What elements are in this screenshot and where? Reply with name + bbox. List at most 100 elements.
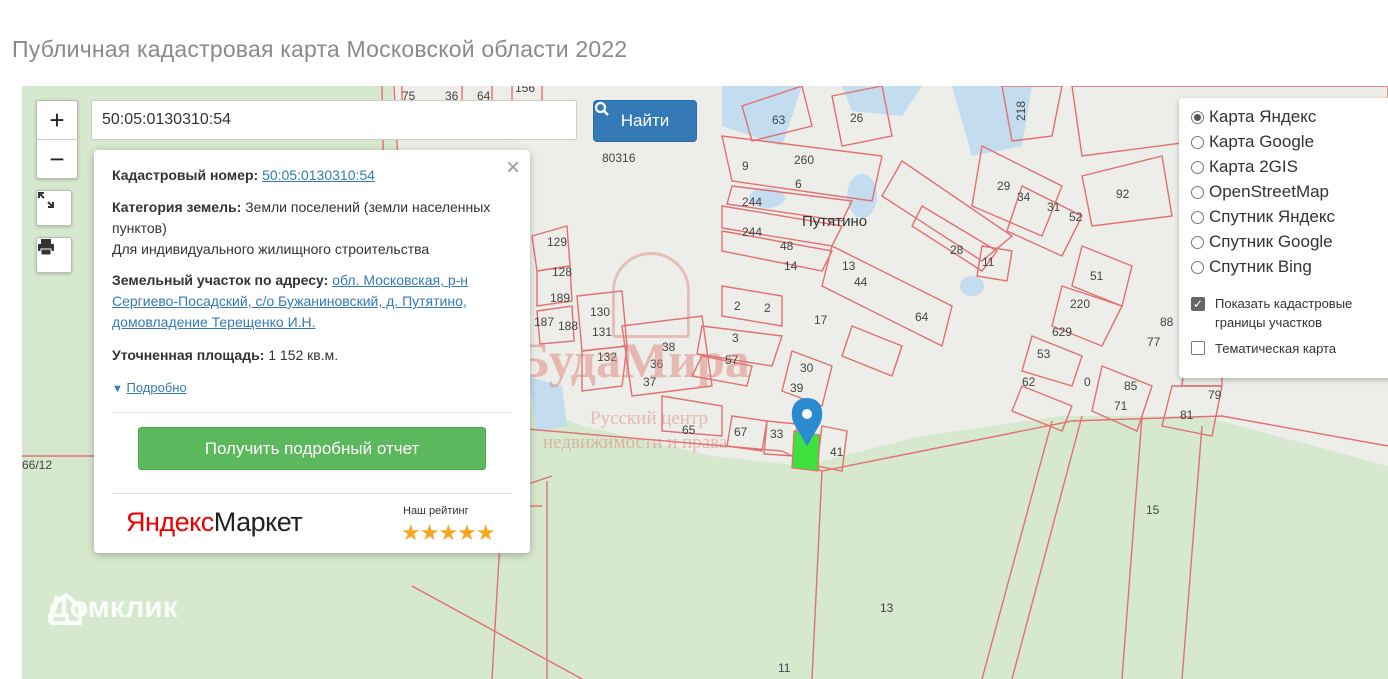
svg-text:13: 13 [842,259,856,273]
fullscreen-button[interactable] [36,190,72,226]
svg-text:53: 53 [1037,347,1051,361]
rating-stars: ★★★★★ [401,520,496,545]
print-button[interactable] [36,237,72,273]
svg-text:30: 30 [800,361,814,375]
svg-text:15: 15 [1146,503,1160,517]
svg-text:71: 71 [1114,399,1128,413]
svg-text:31: 31 [1047,200,1061,214]
svg-text:44: 44 [854,275,868,289]
svg-text:244: 244 [742,195,762,209]
svg-text:11: 11 [778,661,791,675]
area-label: Уточненная площадь: [112,347,265,363]
layer-option-2gis-map[interactable]: Карта 2GIS [1191,157,1298,177]
svg-text:629: 629 [1052,325,1072,339]
svg-text:34: 34 [1017,190,1031,204]
radio-icon[interactable] [1191,110,1204,124]
divider [112,412,512,413]
yandex-market-logo-rest: Маркет [213,507,303,537]
svg-text:13: 13 [880,601,894,615]
layer-label: OpenStreetMap [1209,182,1330,201]
address-label: Земельный участок по адресу: [112,272,329,288]
fullscreen-icon [38,192,54,208]
report-button[interactable]: Получить подробный отчет [138,427,486,470]
svg-text:130: 130 [590,305,610,319]
search-icon [594,101,609,116]
svg-text:52: 52 [1069,210,1083,224]
rating-label: Наш рейтинг [403,505,469,517]
svg-text:129: 129 [547,235,567,249]
svg-text:29: 29 [997,179,1011,193]
domclick-house-icon [50,592,82,625]
zoom-control: + − [36,100,78,179]
svg-text:28: 28 [950,243,964,257]
layer-label: Спутник Bing [1209,257,1312,276]
yandex-market-logo-y: Яндекс [126,507,214,537]
radio-icon[interactable] [1191,135,1204,149]
svg-text:66/12: 66/12 [22,458,52,472]
checkbox-icon[interactable] [1191,295,1205,314]
svg-text:67: 67 [734,425,748,439]
thematic-map-toggle[interactable]: Тематическая карта [1191,339,1336,358]
svg-text:17: 17 [814,313,828,327]
layer-option-yandex-map[interactable]: Карта Яндекс [1191,107,1316,127]
layer-option-bing-satellite[interactable]: Спутник Bing [1191,257,1312,277]
layer-option-osm[interactable]: OpenStreetMap [1191,182,1329,202]
svg-text:220: 220 [1070,297,1090,311]
watermark-line1: Русский центр [590,408,709,429]
layer-option-google-satellite[interactable]: Спутник Google [1191,232,1333,252]
svg-text:41: 41 [830,445,844,459]
area-value: 1 152 кв.м. [268,347,339,363]
svg-text:6: 6 [795,177,802,191]
svg-text:0: 0 [1084,375,1091,389]
zoom-out-button[interactable]: − [37,139,77,178]
radio-icon[interactable] [1191,185,1204,199]
layer-option-google-map[interactable]: Карта Google [1191,132,1314,152]
svg-text:244: 244 [742,225,762,239]
svg-text:63: 63 [772,113,786,127]
svg-text:218: 218 [1014,101,1028,121]
layer-label: Карта Google [1209,132,1315,151]
yandex-market-logo[interactable]: ЯндексМаркет [126,507,303,538]
page-title: Публичная кадастровая карта Московской о… [12,36,628,62]
checkbox-icon[interactable] [1191,341,1205,355]
svg-text:14: 14 [784,259,798,273]
cad-number-link[interactable]: 50:05:0130310:54 [262,167,375,183]
svg-text:26: 26 [850,111,864,125]
svg-text:51: 51 [1090,269,1104,283]
radio-icon[interactable] [1191,210,1204,224]
svg-text:48: 48 [780,239,794,253]
svg-text:81: 81 [1180,408,1194,422]
search-input[interactable] [91,100,577,140]
layer-option-yandex-satellite[interactable]: Спутник Яндекс [1191,207,1335,227]
thematic-map-label: Тематическая карта [1215,341,1337,356]
svg-text:80316: 80316 [602,151,636,165]
layer-label: Спутник Яндекс [1209,207,1335,226]
layer-label: Карта 2GIS [1209,157,1298,176]
svg-text:11: 11 [982,255,995,269]
svg-text:189: 189 [550,291,570,305]
map-viewport[interactable]: 75 36 64 156 63 26 218 9 260 6 244 244 48 14 13 44 28… [22,86,1388,679]
show-boundaries-toggle[interactable]: Показать кадастровые границы участков [1191,294,1381,332]
cad-number-label: Кадастровый номер: [112,167,259,183]
close-icon[interactable]: × [506,154,520,182]
more-link[interactable]: Подробно [127,380,187,395]
search-button[interactable]: Найти [593,100,697,142]
more-toggle[interactable]: ▼ Подробно [112,377,508,400]
radio-icon[interactable] [1191,260,1204,274]
divider [112,493,512,494]
zoom-in-button[interactable]: + [37,101,77,139]
svg-text:260: 260 [794,153,814,167]
search-button-label: Найти [620,111,670,130]
svg-text:128: 128 [552,265,572,279]
svg-text:Путятино: Путятино [802,213,867,230]
svg-text:77: 77 [1147,335,1161,349]
radio-icon[interactable] [1191,160,1204,174]
print-icon [38,239,54,256]
svg-text:2: 2 [734,299,741,313]
svg-text:2: 2 [764,301,771,315]
radio-icon[interactable] [1191,235,1204,249]
watermark-logo-icon [612,252,690,338]
svg-text:62: 62 [1022,375,1036,389]
layer-label: Спутник Google [1209,232,1333,251]
svg-text:88: 88 [1160,315,1174,329]
